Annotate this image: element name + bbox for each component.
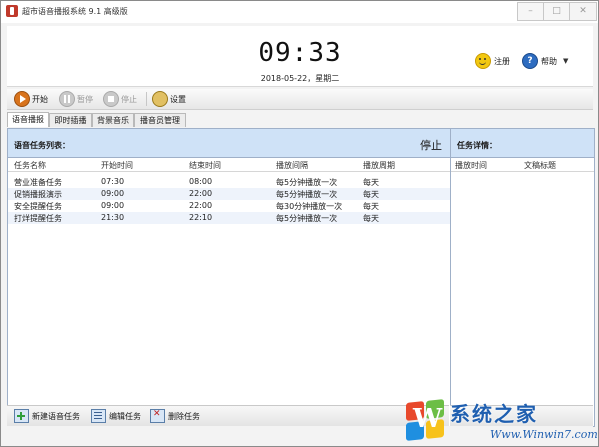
table-cell: 08:00 [189, 177, 213, 186]
window-title: 超市语音播报系统 9.1 高级版 [22, 7, 128, 16]
column-header[interactable]: 播放时间 [455, 160, 487, 171]
task-detail-header: 任务详情： [451, 129, 594, 158]
delete-task-icon [150, 409, 165, 423]
watermark-logo: W 系统之家 Www.Winwin7.com [404, 396, 599, 447]
table-cell: 每5分钟播放一次 [276, 214, 338, 223]
pause-label: 暂停 [77, 94, 93, 104]
delete-task-label: 删除任务 [168, 411, 200, 421]
task-table-header: 任务名称 开始时间 结束时间 播放间隔 播放周期 [8, 158, 450, 172]
column-header[interactable]: 任务名称 [14, 160, 46, 171]
column-header[interactable]: 文稿标题 [524, 160, 556, 171]
app-window: 超市语音播报系统 9.1 高级版 – □ ✕ 09:33 2018-05-22，… [0, 0, 599, 447]
table-cell: 每天 [363, 214, 379, 223]
tab-content: 语音任务列表： 停止 任务名称 开始时间 结束时间 播放间隔 播放周期 营业准备… [7, 128, 595, 427]
watermark-url: Www.Winwin7.com [490, 428, 598, 441]
table-cell: 每天 [363, 178, 379, 187]
tab-instant-insert[interactable]: 即时插播 [49, 113, 92, 127]
start-button[interactable]: 开始 [14, 91, 48, 107]
clock-header: 09:33 2018-05-22，星期二 注册 ? 帮助 ▼ [7, 26, 593, 87]
windows-flag-icon: W [404, 398, 446, 441]
playback-status: 停止 [420, 139, 442, 152]
table-cell: 每5分钟播放一次 [276, 178, 338, 187]
tab-strip: 语音播报 即时插播 背景音乐 播音员管理 [7, 112, 593, 127]
chevron-down-icon[interactable]: ▼ [563, 57, 568, 65]
app-logo-icon [6, 5, 18, 17]
table-cell: 安全提醒任务 [14, 202, 62, 211]
title-bar: 超市语音播报系统 9.1 高级版 – □ ✕ [1, 1, 598, 23]
table-cell: 22:00 [189, 201, 213, 210]
table-row[interactable]: 打烊提醒任务 21:30 22:10 每5分钟播放一次 每天 [8, 212, 450, 224]
main-toolbar: 开始 暂停 停止 设置 [7, 89, 593, 110]
edit-task-button[interactable]: 编辑任务 [91, 409, 141, 423]
edit-task-label: 编辑任务 [109, 411, 141, 421]
table-cell: 09:00 [101, 189, 125, 198]
task-detail-panel: 任务详情： 播放时间 文稿标题 [451, 129, 594, 426]
table-cell: 每天 [363, 190, 379, 199]
close-button[interactable]: ✕ [569, 2, 597, 21]
delete-task-button[interactable]: 删除任务 [150, 409, 200, 423]
table-row[interactable]: 营业准备任务 07:30 08:00 每5分钟播放一次 每天 [8, 176, 450, 188]
pause-button[interactable]: 暂停 [59, 91, 93, 107]
table-cell: 07:30 [101, 177, 125, 186]
task-list-header: 语音任务列表： 停止 [8, 129, 450, 158]
task-list-title: 语音任务列表： [14, 141, 70, 150]
table-cell: 21:30 [101, 213, 125, 222]
stop-button[interactable]: 停止 [103, 91, 137, 107]
column-header[interactable]: 播放间隔 [276, 160, 308, 171]
toolbar-divider [146, 92, 147, 106]
table-row[interactable]: 促销播报演示 09:00 22:00 每5分钟播放一次 每天 [8, 188, 450, 200]
table-cell: 09:00 [101, 201, 125, 210]
tab-announcer-management[interactable]: 播音员管理 [134, 113, 186, 127]
table-cell: 22:10 [189, 213, 213, 222]
table-cell: 每30分钟播放一次 [276, 202, 343, 211]
stop-label: 停止 [121, 94, 137, 104]
maximize-button[interactable]: □ [543, 2, 570, 21]
tab-voice-broadcast[interactable]: 语音播报 [7, 112, 49, 127]
watermark-letter: W [413, 404, 443, 434]
watermark-title: 系统之家 [450, 402, 538, 426]
column-header[interactable]: 开始时间 [101, 160, 133, 171]
table-cell: 每天 [363, 202, 379, 211]
table-cell: 22:00 [189, 189, 213, 198]
task-list-panel: 语音任务列表： 停止 任务名称 开始时间 结束时间 播放间隔 播放周期 营业准备… [8, 129, 451, 426]
help-icon: ? [522, 53, 538, 69]
settings-label: 设置 [170, 94, 186, 104]
help-label: 帮助 [541, 56, 557, 66]
tab-background-music[interactable]: 背景音乐 [92, 113, 134, 127]
add-task-icon [14, 409, 29, 423]
table-row[interactable]: 安全提醒任务 09:00 22:00 每30分钟播放一次 每天 [8, 200, 450, 212]
column-header[interactable]: 结束时间 [189, 160, 221, 171]
stop-icon [103, 91, 119, 107]
new-task-button[interactable]: 新建语音任务 [14, 409, 80, 423]
smiley-icon [475, 53, 491, 69]
task-actions-bar: 新建语音任务 编辑任务 删除任务 [7, 405, 449, 426]
register-button[interactable]: 注册 [475, 53, 510, 69]
register-label: 注册 [494, 56, 510, 66]
table-cell: 每5分钟播放一次 [276, 190, 338, 199]
help-button[interactable]: ? 帮助 ▼ [522, 53, 568, 69]
column-header[interactable]: 播放周期 [363, 160, 395, 171]
detail-table-header: 播放时间 文稿标题 [451, 158, 594, 172]
table-cell: 促销播报演示 [14, 190, 62, 199]
edit-task-icon [91, 409, 106, 423]
start-label: 开始 [32, 94, 48, 104]
settings-icon [152, 91, 168, 107]
minimize-button[interactable]: – [517, 2, 544, 21]
pause-icon [59, 91, 75, 107]
table-cell: 营业准备任务 [14, 178, 62, 187]
new-task-label: 新建语音任务 [32, 411, 80, 421]
play-icon [14, 91, 30, 107]
table-cell: 打烊提醒任务 [14, 214, 62, 223]
settings-button[interactable]: 设置 [152, 91, 186, 107]
current-date: 2018-05-22，星期二 [260, 74, 340, 83]
task-detail-title: 任务详情： [457, 141, 497, 150]
